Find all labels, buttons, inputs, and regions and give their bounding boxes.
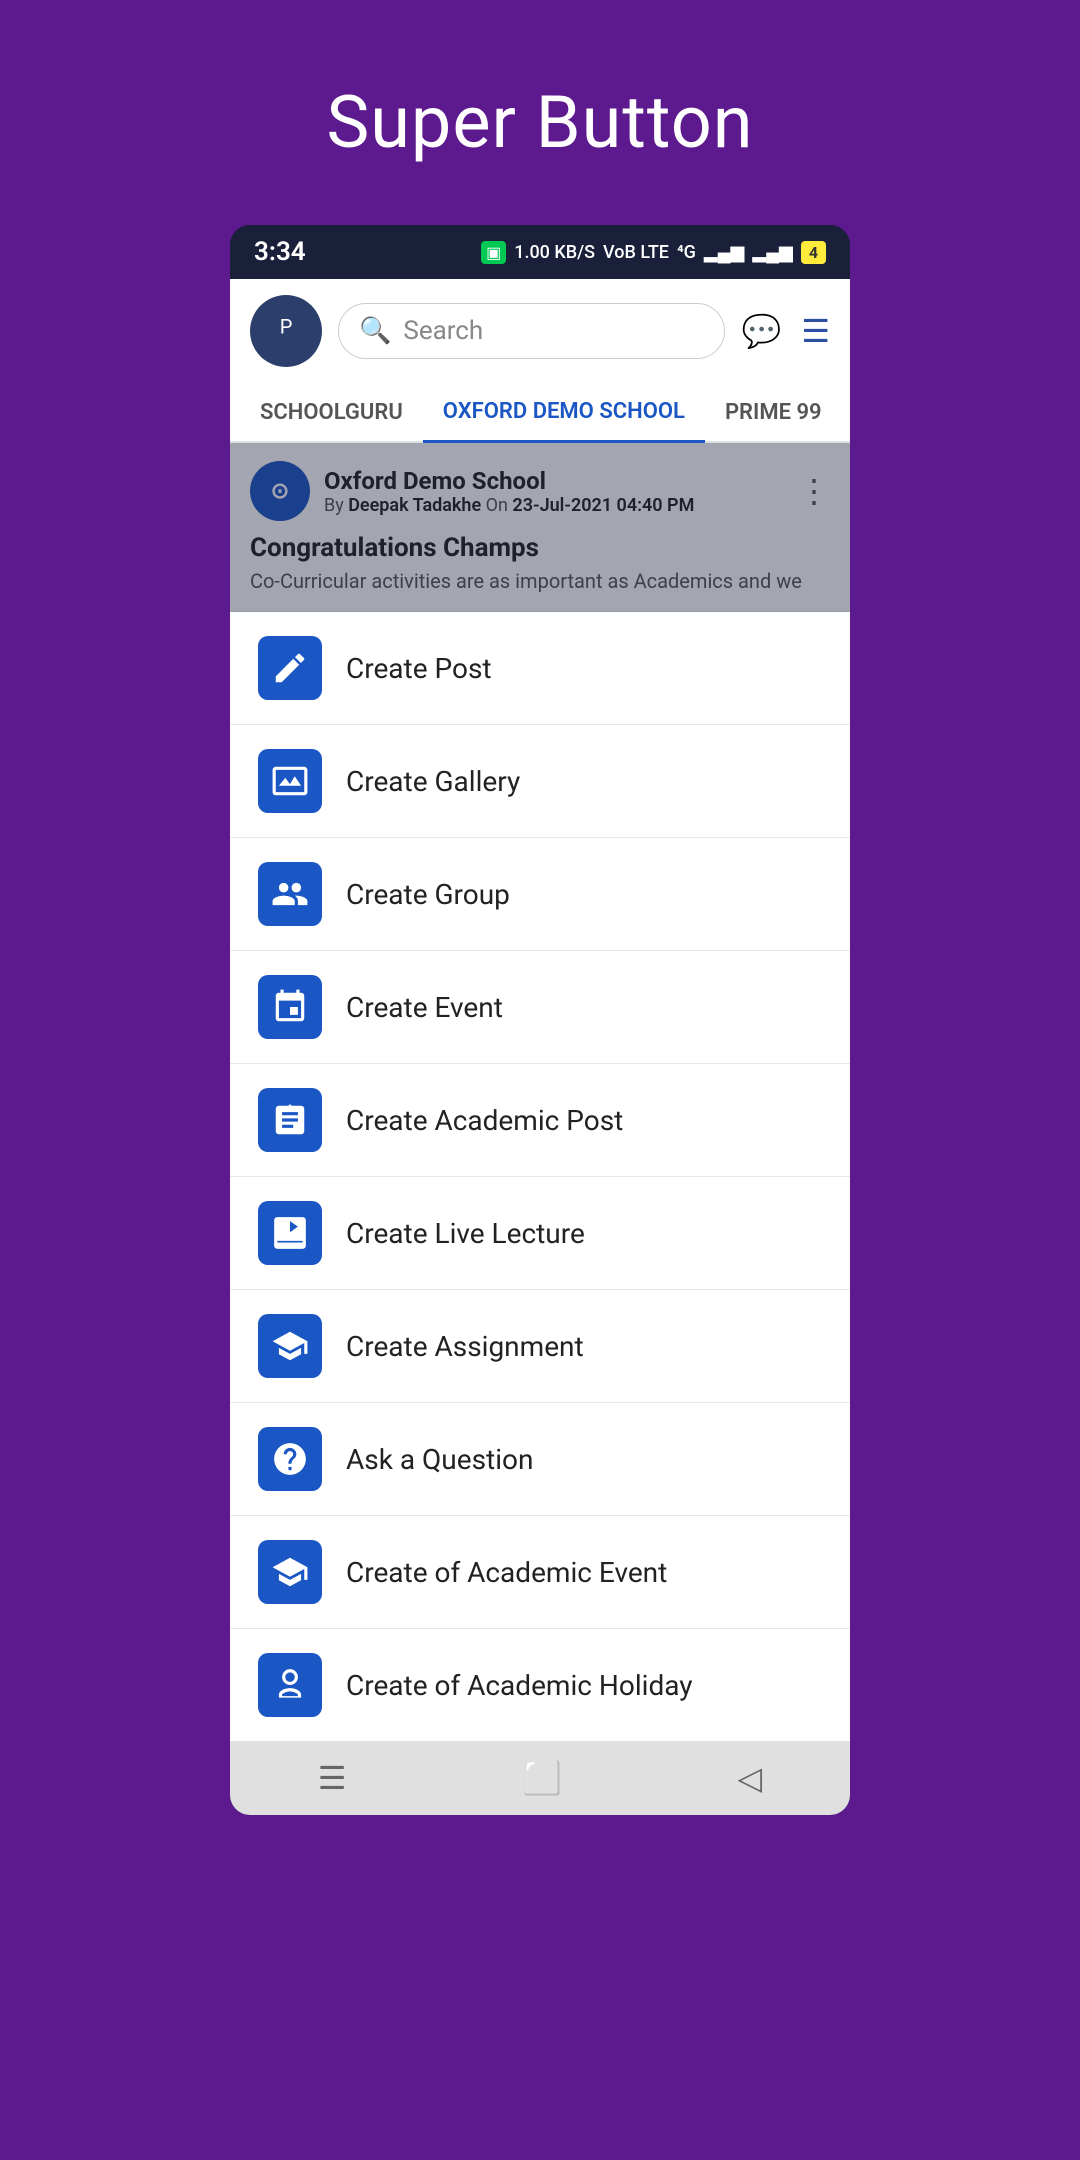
tab-prime99[interactable]: PRIME 99 xyxy=(705,384,842,441)
post-more-icon[interactable]: ⋮ xyxy=(798,472,830,510)
create-live-lecture-icon xyxy=(258,1201,322,1265)
hamburger-icon[interactable]: ☰ xyxy=(801,312,830,350)
school-avatar: ⊙ xyxy=(250,461,310,521)
menu-item-create-academic-holiday[interactable]: Create of Academic Holiday xyxy=(230,1629,850,1741)
nav-home-icon[interactable]: ⬜ xyxy=(522,1759,562,1797)
create-post-label: Create Post xyxy=(346,652,492,685)
header-icons: 💬 ☰ xyxy=(741,312,830,350)
create-gallery-icon xyxy=(258,749,322,813)
post-author: Deepak Tadakhe xyxy=(348,495,481,516)
avatar: P xyxy=(250,295,322,367)
ask-question-icon xyxy=(258,1427,322,1491)
create-assignment-label: Create Assignment xyxy=(346,1330,584,1363)
menu-item-create-assignment[interactable]: Create Assignment xyxy=(230,1290,850,1403)
tab-oxford[interactable]: OXFORD DEMO SCHOOL xyxy=(423,383,705,443)
menu-item-create-gallery[interactable]: Create Gallery xyxy=(230,725,850,838)
ask-question-label: Ask a Question xyxy=(346,1443,533,1476)
status-bar: 3:34 ▣ 1.00 KB/S VoB LTE ⁴G ▂▄▆ ▂▄▆ 4 xyxy=(230,225,850,279)
post-header: ⊙ Oxford Demo School By Deepak Tadakhe O… xyxy=(250,461,830,521)
create-academic-holiday-icon xyxy=(258,1653,322,1717)
menu-item-create-academic-post[interactable]: Create Academic Post xyxy=(230,1064,850,1177)
nav-back-icon[interactable]: ◁ xyxy=(738,1759,763,1797)
post-school-name: Oxford Demo School xyxy=(324,467,784,495)
page-title: Super Button xyxy=(326,80,753,165)
menu-item-create-event[interactable]: Create Event xyxy=(230,951,850,1064)
create-live-lecture-label: Create Live Lecture xyxy=(346,1217,585,1250)
create-group-label: Create Group xyxy=(346,878,510,911)
search-bar[interactable]: 🔍 Search xyxy=(338,303,725,359)
create-academic-post-icon xyxy=(258,1088,322,1152)
phone-frame: 3:34 ▣ 1.00 KB/S VoB LTE ⁴G ▂▄▆ ▂▄▆ 4 P … xyxy=(230,225,850,1815)
menu-item-create-post[interactable]: Create Post xyxy=(230,612,850,725)
post-title: Congratulations Champs xyxy=(250,533,830,563)
post-info: Oxford Demo School By Deepak Tadakhe On … xyxy=(324,467,784,516)
menu-item-ask-question[interactable]: Ask a Question xyxy=(230,1403,850,1516)
chat-icon[interactable]: 💬 xyxy=(741,312,781,350)
create-group-icon xyxy=(258,862,322,926)
svg-text:P: P xyxy=(280,315,293,339)
status-icons: ▣ 1.00 KB/S VoB LTE ⁴G ▂▄▆ ▂▄▆ 4 xyxy=(481,241,826,264)
network-label: VoB LTE xyxy=(603,242,669,263)
signal-bars-2: ▂▄▆ xyxy=(752,242,792,263)
search-placeholder: Search xyxy=(403,316,483,346)
tabs-bar: SCHOOLGURU OXFORD DEMO SCHOOL PRIME 99 xyxy=(230,383,850,443)
post-date: 23-Jul-2021 04:40 PM xyxy=(512,495,694,516)
menu-item-create-live-lecture[interactable]: Create Live Lecture xyxy=(230,1177,850,1290)
tab-schoolguru[interactable]: SCHOOLGURU xyxy=(240,384,423,441)
create-gallery-label: Create Gallery xyxy=(346,765,520,798)
create-academic-holiday-label: Create of Academic Holiday xyxy=(346,1669,693,1702)
create-event-icon xyxy=(258,975,322,1039)
menu-list: Create Post Create Gallery Create Group … xyxy=(230,612,850,1741)
create-post-icon xyxy=(258,636,322,700)
battery-icon: 4 xyxy=(801,241,826,264)
create-academic-post-label: Create Academic Post xyxy=(346,1104,623,1137)
create-assignment-icon xyxy=(258,1314,322,1378)
search-icon: 🔍 xyxy=(359,316,391,346)
post-text: Co-Curricular activities are as importan… xyxy=(250,569,830,593)
network-type: ⁴G xyxy=(677,242,696,263)
app-icon: ▣ xyxy=(481,241,506,264)
nav-menu-icon[interactable]: ☰ xyxy=(318,1759,347,1797)
post-card: ⊙ Oxford Demo School By Deepak Tadakhe O… xyxy=(230,443,850,612)
create-academic-event-label: Create of Academic Event xyxy=(346,1556,667,1589)
post-meta: By Deepak Tadakhe On 23-Jul-2021 04:40 P… xyxy=(324,495,784,516)
create-event-label: Create Event xyxy=(346,991,503,1024)
signal-bars: ▂▄▆ xyxy=(704,242,744,263)
app-header: P 🔍 Search 💬 ☰ xyxy=(230,279,850,383)
menu-item-create-academic-event[interactable]: Create of Academic Event xyxy=(230,1516,850,1629)
bottom-nav: ☰ ⬜ ◁ xyxy=(230,1741,850,1815)
status-time: 3:34 xyxy=(254,237,306,267)
create-academic-event-icon xyxy=(258,1540,322,1604)
menu-item-create-group[interactable]: Create Group xyxy=(230,838,850,951)
data-speed: 1.00 KB/S xyxy=(514,242,595,263)
